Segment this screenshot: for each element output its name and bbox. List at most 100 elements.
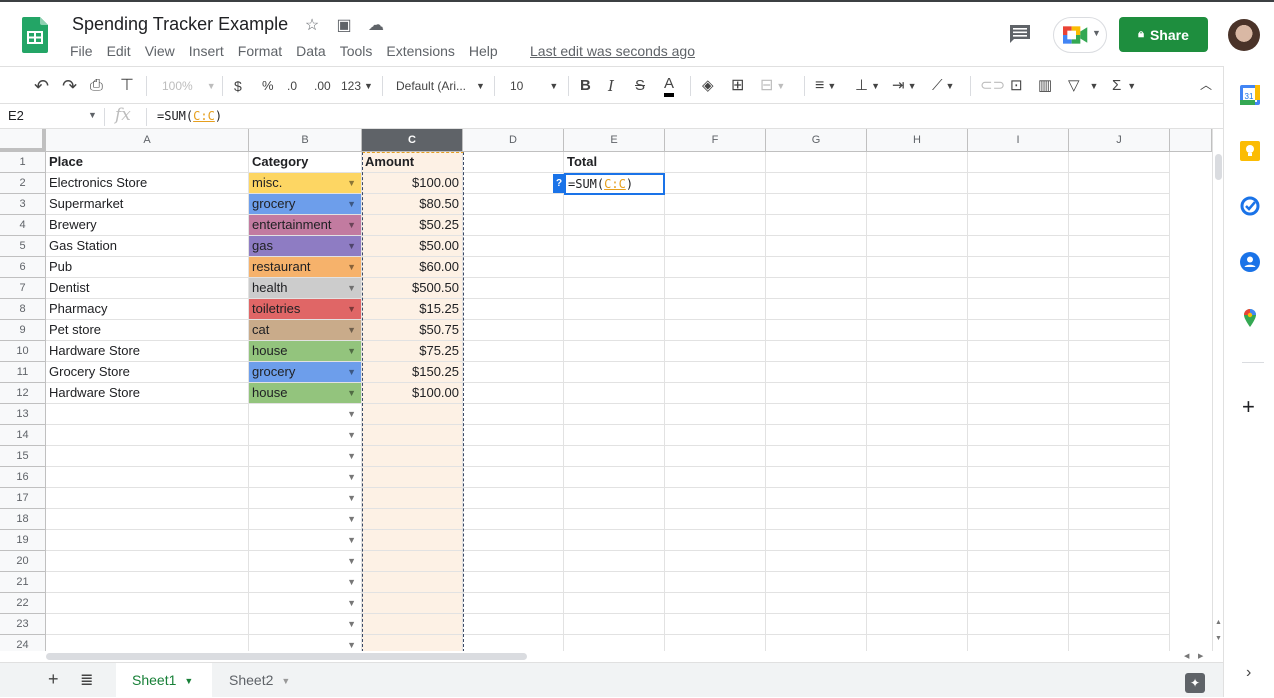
dropdown-chevron-icon[interactable]: ▼: [347, 236, 356, 256]
cell-g4[interactable]: [766, 215, 867, 236]
category-dropdown-18[interactable]: ▼: [249, 509, 362, 530]
cell-g11[interactable]: [766, 362, 867, 383]
cell-g9[interactable]: [766, 320, 867, 341]
cell-h4[interactable]: [867, 215, 968, 236]
cell-j1[interactable]: [1069, 152, 1170, 173]
cell-d7[interactable]: [463, 278, 564, 299]
cell-a17[interactable]: [46, 488, 249, 509]
cell-j6[interactable]: [1069, 257, 1170, 278]
cell-e3[interactable]: [564, 194, 665, 215]
cell-a12[interactable]: Hardware Store: [46, 383, 249, 404]
dropdown-chevron-icon[interactable]: ▼: [347, 194, 356, 214]
cell-h11[interactable]: [867, 362, 968, 383]
cell-a21[interactable]: [46, 572, 249, 593]
all-sheets-icon[interactable]: ≣: [80, 670, 93, 690]
paint-format-icon[interactable]: ⊤: [120, 75, 134, 97]
row-header-9[interactable]: 9: [0, 320, 46, 341]
row-header-22[interactable]: 22: [0, 593, 46, 614]
cell-j10[interactable]: [1069, 341, 1170, 362]
cell-c17[interactable]: [362, 488, 463, 509]
cell-i20[interactable]: [968, 551, 1069, 572]
cell-g2[interactable]: [766, 173, 867, 194]
horizontal-scroll-thumb[interactable]: [46, 653, 527, 660]
cell-i19[interactable]: [968, 530, 1069, 551]
row-header-14[interactable]: 14: [0, 425, 46, 446]
cell-g7[interactable]: [766, 278, 867, 299]
cell-i3[interactable]: [968, 194, 1069, 215]
column-header-h[interactable]: H: [867, 129, 968, 152]
cell-c20[interactable]: [362, 551, 463, 572]
cell-e13[interactable]: [564, 404, 665, 425]
category-dropdown-21[interactable]: ▼: [249, 572, 362, 593]
cell-i18[interactable]: [968, 509, 1069, 530]
dropdown-chevron-icon[interactable]: ▼: [347, 467, 356, 487]
category-dropdown-6[interactable]: restaurant ▼: [249, 257, 362, 278]
cell-d23[interactable]: [463, 614, 564, 635]
row-header-15[interactable]: 15: [0, 446, 46, 467]
cell-h24[interactable]: [867, 635, 968, 651]
formula-input[interactable]: =SUM(C:C): [157, 109, 222, 123]
cell-h9[interactable]: [867, 320, 968, 341]
cell-j16[interactable]: [1069, 467, 1170, 488]
cell-d4[interactable]: [463, 215, 564, 236]
menu-extensions[interactable]: Extensions: [386, 43, 454, 59]
cell-j4[interactable]: [1069, 215, 1170, 236]
cell-c19[interactable]: [362, 530, 463, 551]
category-dropdown-16[interactable]: ▼: [249, 467, 362, 488]
cell-i22[interactable]: [968, 593, 1069, 614]
cell-d14[interactable]: [463, 425, 564, 446]
cell-h7[interactable]: [867, 278, 968, 299]
sheet-menu-chevron-icon[interactable]: ▼: [184, 676, 193, 686]
cell-i16[interactable]: [968, 467, 1069, 488]
column-header-g[interactable]: G: [766, 129, 867, 152]
text-rotate-icon[interactable]: ⟋ ▼: [932, 75, 954, 97]
cell-d6[interactable]: [463, 257, 564, 278]
category-dropdown-20[interactable]: ▼: [249, 551, 362, 572]
cell-d20[interactable]: [463, 551, 564, 572]
add-addon-icon[interactable]: +: [1242, 394, 1255, 420]
dropdown-chevron-icon[interactable]: ▼: [347, 551, 356, 571]
cell-a22[interactable]: [46, 593, 249, 614]
cell-a18[interactable]: [46, 509, 249, 530]
cell-f11[interactable]: [665, 362, 766, 383]
cell-c3[interactable]: $80.50: [362, 194, 463, 215]
star-icon[interactable]: ☆: [303, 15, 321, 35]
cell-g13[interactable]: [766, 404, 867, 425]
cell-c11[interactable]: $150.25: [362, 362, 463, 383]
cell-j20[interactable]: [1069, 551, 1170, 572]
cell-c2[interactable]: $100.00: [362, 173, 463, 194]
dropdown-chevron-icon[interactable]: ▼: [347, 173, 356, 193]
cell-j24[interactable]: [1069, 635, 1170, 651]
dropdown-chevron-icon[interactable]: ▼: [347, 635, 356, 651]
cell-e18[interactable]: [564, 509, 665, 530]
keep-icon[interactable]: [1240, 141, 1260, 161]
cell-f2[interactable]: [665, 173, 766, 194]
dropdown-chevron-icon[interactable]: ▼: [347, 383, 356, 403]
cell-c5[interactable]: $50.00: [362, 236, 463, 257]
column-header-e[interactable]: E: [564, 129, 665, 152]
category-dropdown-5[interactable]: gas ▼: [249, 236, 362, 257]
cell-f7[interactable]: [665, 278, 766, 299]
functions-button[interactable]: Σ ▼: [1112, 75, 1136, 97]
cell-a8[interactable]: Pharmacy: [46, 299, 249, 320]
contacts-icon[interactable]: [1240, 252, 1260, 272]
cell-f20[interactable]: [665, 551, 766, 572]
cell-f16[interactable]: [665, 467, 766, 488]
column-header-d[interactable]: D: [463, 129, 564, 152]
cell-c4[interactable]: $50.25: [362, 215, 463, 236]
cell-a14[interactable]: [46, 425, 249, 446]
cell-h1[interactable]: [867, 152, 968, 173]
cell-c12[interactable]: $100.00: [362, 383, 463, 404]
cell-a4[interactable]: Brewery: [46, 215, 249, 236]
cell-a3[interactable]: Supermarket: [46, 194, 249, 215]
cell-j9[interactable]: [1069, 320, 1170, 341]
cell-a7[interactable]: Dentist: [46, 278, 249, 299]
fill-color-icon[interactable]: ◈: [702, 75, 714, 97]
cell-a6[interactable]: Pub: [46, 257, 249, 278]
cell-c15[interactable]: [362, 446, 463, 467]
dropdown-chevron-icon[interactable]: ▼: [347, 572, 356, 592]
cell-j3[interactable]: [1069, 194, 1170, 215]
cell-j17[interactable]: [1069, 488, 1170, 509]
menu-format[interactable]: Format: [238, 43, 282, 59]
cell-a16[interactable]: [46, 467, 249, 488]
